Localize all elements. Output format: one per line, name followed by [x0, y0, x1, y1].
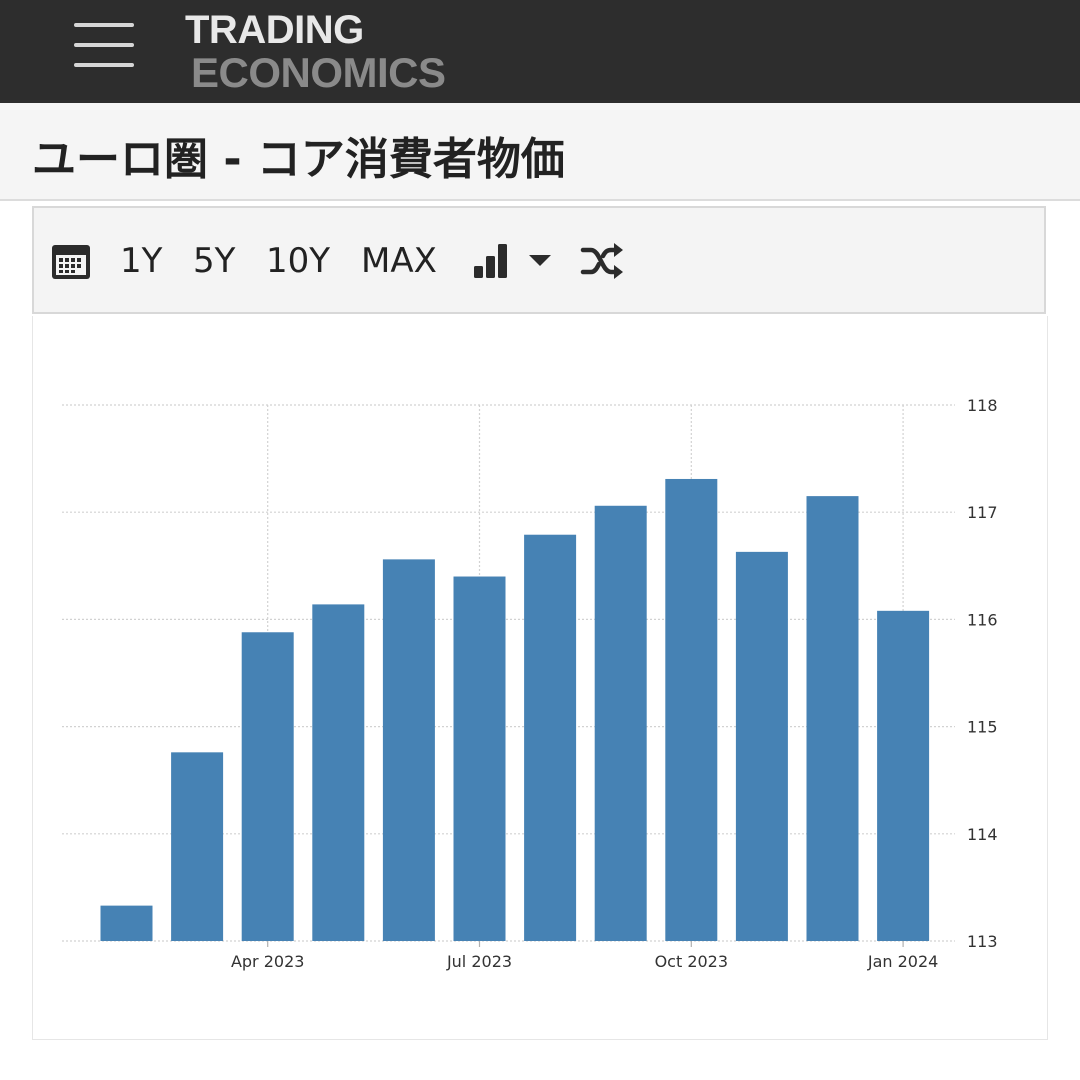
bar[interactable]: [735, 551, 788, 941]
bar[interactable]: [453, 576, 506, 941]
y-tick-label: 118: [967, 396, 998, 415]
x-tick-label: Jan 2024: [867, 952, 938, 971]
bar[interactable]: [100, 905, 153, 941]
y-tick-label: 116: [967, 610, 998, 629]
y-tick-label: 117: [967, 503, 998, 522]
bar[interactable]: [594, 505, 647, 941]
bar[interactable]: [524, 534, 577, 941]
bar[interactable]: [171, 752, 224, 941]
bar[interactable]: [665, 478, 718, 941]
x-tick-label: Jul 2023: [446, 952, 512, 971]
bar[interactable]: [312, 604, 365, 941]
x-tick-label: Apr 2023: [231, 952, 304, 971]
bar[interactable]: [382, 559, 435, 941]
bar[interactable]: [241, 632, 294, 941]
x-tick-label: Oct 2023: [655, 952, 728, 971]
bar-chart: 113 114 115 116 117 118 Apr 2023 Jul 2023 Oct 20…: [62, 396, 998, 971]
y-tick-label: 114: [967, 825, 998, 844]
bar[interactable]: [806, 496, 859, 941]
bar[interactable]: [877, 610, 930, 941]
y-tick-label: 113: [967, 932, 998, 951]
y-tick-label: 115: [967, 718, 998, 737]
